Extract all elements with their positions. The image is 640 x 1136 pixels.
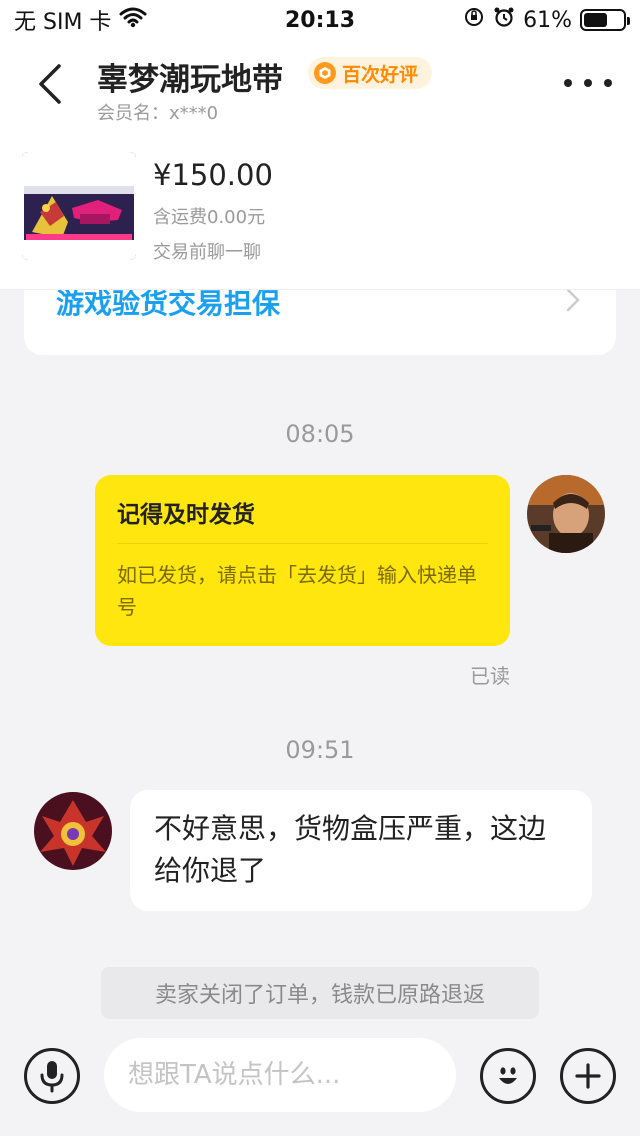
product-price: ¥150.00 <box>153 158 273 192</box>
reminder-title: 记得及时发货 <box>117 502 255 528</box>
product-image[interactable] <box>22 152 136 260</box>
shipping-info: 含运费0.00元 <box>153 207 266 228</box>
review-badge: 百次好评 <box>308 57 433 89</box>
timestamp: 09:51 <box>285 736 355 764</box>
my-avatar[interactable] <box>527 475 605 553</box>
badge-hexagon-icon <box>314 62 336 84</box>
battery-fill <box>584 13 608 27</box>
battery-percent: 61% <box>523 7 572 33</box>
badge-label: 百次好评 <box>342 63 419 86</box>
microphone-icon <box>40 1061 64 1093</box>
shop-name[interactable]: 辜梦潮玩地带 <box>97 54 283 99</box>
status-right: 61% <box>463 6 630 34</box>
carrier-label: 无 SIM 卡 <box>14 10 112 35</box>
more-button[interactable] <box>564 70 612 96</box>
back-button[interactable] <box>30 62 70 106</box>
shipping-reminder-card[interactable]: 记得及时发货 如已发货，请点击「去发货」输入快递单号 <box>95 475 510 646</box>
emoji-icon <box>499 1067 517 1084</box>
status-left: 无 SIM 卡 <box>14 4 147 36</box>
chat-header: 辜梦潮玩地带 百次好评 会员名：x***0 ¥150.00 含运费0.00元 交… <box>0 40 640 290</box>
chevron-left-icon <box>39 64 61 104</box>
timestamp: 08:05 <box>285 420 355 448</box>
alarm-icon <box>493 6 515 34</box>
message-input[interactable] <box>104 1038 456 1112</box>
system-notice: 卖家关闭了订单，钱款已原路退返 <box>101 967 539 1019</box>
reminder-body: 如已发货，请点击「去发货」输入快递单号 <box>117 563 477 619</box>
divider <box>117 543 488 544</box>
more-dots-icon <box>564 79 572 87</box>
read-status: 已读 <box>470 664 510 688</box>
incoming-message[interactable]: 不好意思，货物盒压严重，这边给你退了 <box>130 790 592 911</box>
seller-avatar[interactable] <box>34 792 112 870</box>
orientation-lock-icon <box>463 6 485 34</box>
battery-icon <box>580 9 630 31</box>
plus-icon <box>575 1063 601 1089</box>
chevron-right-icon <box>566 288 580 312</box>
input-bar <box>0 1030 640 1136</box>
voice-button[interactable] <box>24 1048 80 1104</box>
member-name: 会员名：x***0 <box>97 103 219 124</box>
status-bar: 无 SIM 卡 20:13 61% <box>0 0 640 40</box>
wifi-icon <box>119 6 147 34</box>
chat-note: 交易前聊一聊 <box>153 242 261 263</box>
emoji-button[interactable] <box>480 1048 536 1104</box>
plus-button[interactable] <box>560 1048 616 1104</box>
